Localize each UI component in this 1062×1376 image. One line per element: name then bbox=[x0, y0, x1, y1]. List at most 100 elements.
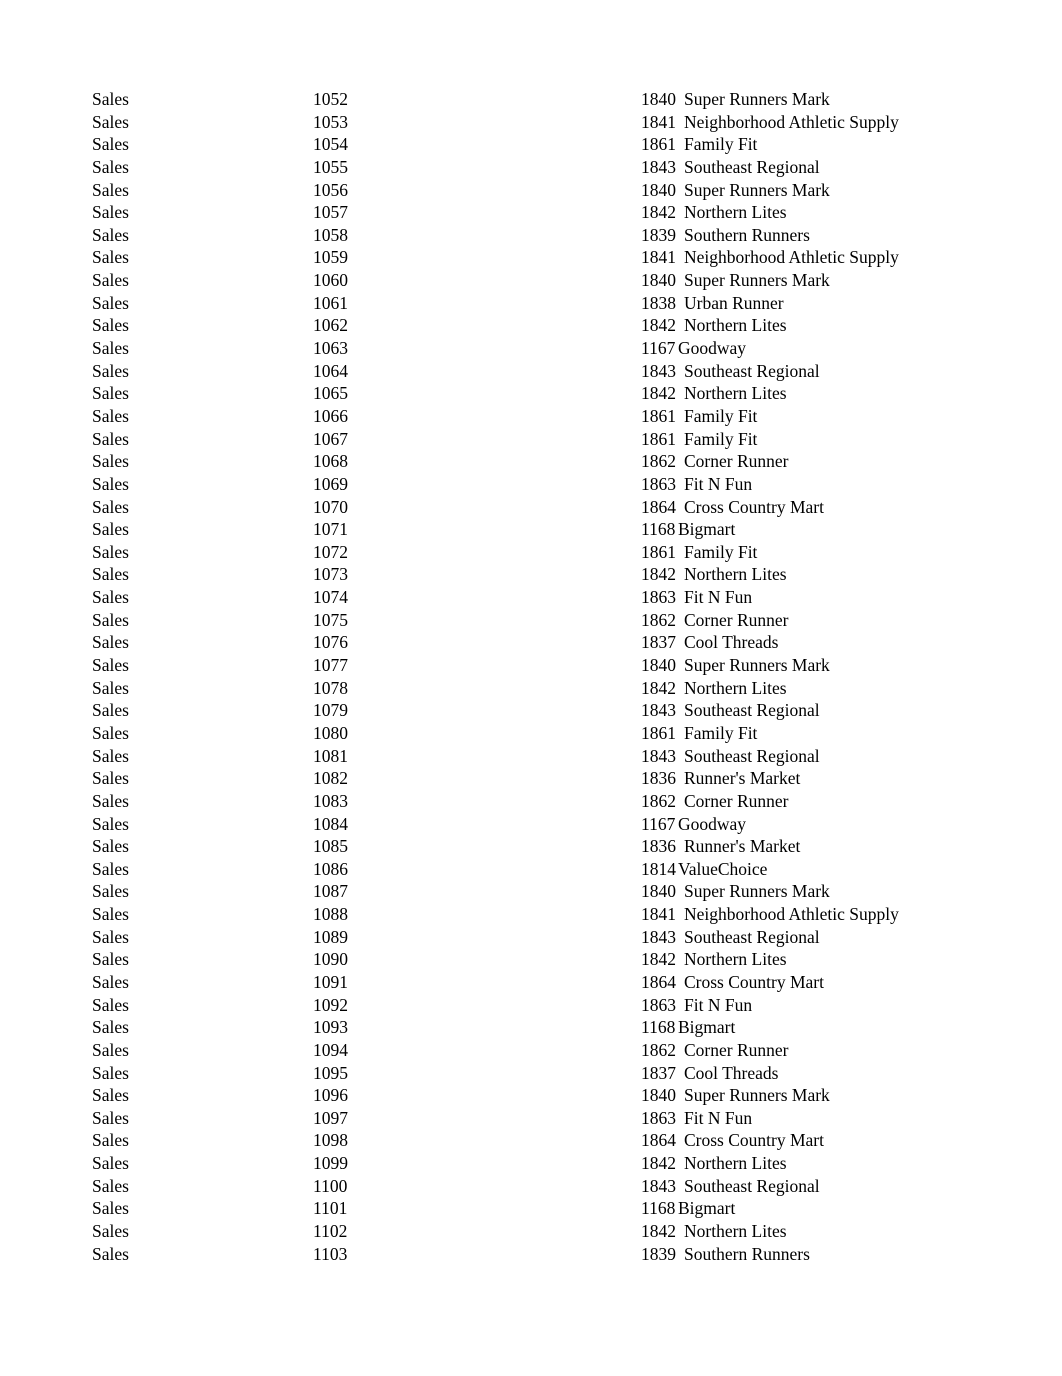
cell-customer-name: Super Runners Mark bbox=[684, 881, 830, 902]
table-row: Sales 1094 1862 Corner Runner bbox=[0, 1039, 1062, 1062]
cell-customer-id: 1167 bbox=[641, 813, 676, 834]
cell-customer-name: Fit N Fun bbox=[684, 1107, 753, 1128]
cell-department: Sales bbox=[92, 1198, 129, 1219]
table-row: Sales 1057 1842 Northern Lites bbox=[0, 201, 1062, 224]
cell-customer-name: Cross Country Mart bbox=[684, 971, 824, 992]
cell-order-id: 1081 bbox=[313, 745, 348, 766]
table-row: Sales 1084 1167 Goodway bbox=[0, 813, 1062, 836]
cell-order-id: 1079 bbox=[313, 700, 348, 721]
cell-customer-id: 1843 bbox=[641, 156, 676, 177]
cell-order-id: 1096 bbox=[313, 1085, 348, 1106]
cell-department: Sales bbox=[92, 270, 129, 291]
cell-order-id: 1086 bbox=[313, 858, 348, 879]
table-row: Sales 1095 1837 Cool Threads bbox=[0, 1062, 1062, 1085]
cell-customer-id: 1842 bbox=[641, 315, 676, 336]
table-row: Sales 1075 1862 Corner Runner bbox=[0, 609, 1062, 632]
cell-customer-name: Bigmart bbox=[678, 1017, 736, 1038]
cell-order-id: 1069 bbox=[313, 473, 348, 494]
cell-department: Sales bbox=[92, 156, 129, 177]
cell-department: Sales bbox=[92, 202, 129, 223]
cell-customer-id: 1842 bbox=[641, 383, 676, 404]
table-row: Sales 1099 1842 Northern Lites bbox=[0, 1152, 1062, 1175]
cell-order-id: 1073 bbox=[313, 564, 348, 585]
cell-customer-id: 1861 bbox=[641, 428, 676, 449]
cell-customer-id: 1843 bbox=[641, 926, 676, 947]
table-row: Sales 1073 1842 Northern Lites bbox=[0, 563, 1062, 586]
cell-customer-name: Southeast Regional bbox=[684, 360, 820, 381]
cell-order-id: 1087 bbox=[313, 881, 348, 902]
cell-customer-id: 1836 bbox=[641, 836, 676, 857]
cell-customer-id: 1841 bbox=[641, 247, 676, 268]
table-row: Sales 1096 1840 Super Runners Mark bbox=[0, 1084, 1062, 1107]
cell-department: Sales bbox=[92, 768, 129, 789]
cell-department: Sales bbox=[92, 677, 129, 698]
cell-customer-id: 1862 bbox=[641, 451, 676, 472]
cell-customer-name: Super Runners Mark bbox=[684, 1085, 830, 1106]
cell-order-id: 1101 bbox=[313, 1198, 348, 1219]
cell-department: Sales bbox=[92, 790, 129, 811]
cell-customer-id: 1864 bbox=[641, 971, 676, 992]
cell-customer-name: Goodway bbox=[678, 813, 747, 834]
cell-department: Sales bbox=[92, 813, 129, 834]
cell-customer-id: 1864 bbox=[641, 496, 676, 517]
cell-department: Sales bbox=[92, 541, 129, 562]
cell-customer-id: 1837 bbox=[641, 632, 676, 653]
table-row: Sales 1090 1842 Northern Lites bbox=[0, 948, 1062, 971]
cell-customer-id: 1836 bbox=[641, 768, 676, 789]
table-row: Sales 1059 1841 Neighborhood Athletic Suppl… bbox=[0, 246, 1062, 269]
cell-customer-name: Corner Runner bbox=[684, 451, 789, 472]
cell-customer-id: 1842 bbox=[641, 564, 676, 585]
cell-order-id: 1099 bbox=[313, 1153, 348, 1174]
cell-customer-name: Runner's Market bbox=[684, 836, 801, 857]
table-row: Sales 1089 1843 Southeast Regional bbox=[0, 926, 1062, 949]
cell-department: Sales bbox=[92, 700, 129, 721]
cell-customer-name: Neighborhood Athletic Supply bbox=[684, 111, 899, 132]
table-row: Sales 1103 1839 Southern Runners bbox=[0, 1243, 1062, 1266]
cell-customer-name: Fit N Fun bbox=[684, 473, 753, 494]
cell-order-id: 1089 bbox=[313, 926, 348, 947]
cell-customer-id: 1838 bbox=[641, 292, 676, 313]
table-row: Sales 1085 1836 Runner's Market bbox=[0, 835, 1062, 858]
table-row: Sales 1070 1864 Cross Country Mart bbox=[0, 496, 1062, 519]
cell-order-id: 1063 bbox=[313, 338, 348, 359]
cell-customer-name: Southeast Regional bbox=[684, 1175, 820, 1196]
cell-department: Sales bbox=[92, 1153, 129, 1174]
cell-customer-id: 1840 bbox=[641, 655, 676, 676]
table-row: Sales 1102 1842 Northern Lites bbox=[0, 1220, 1062, 1243]
table-row: Sales 1100 1843 Southeast Regional bbox=[0, 1175, 1062, 1198]
cell-order-id: 1102 bbox=[313, 1221, 348, 1242]
cell-customer-id: 1839 bbox=[641, 224, 676, 245]
cell-department: Sales bbox=[92, 904, 129, 925]
table-row: Sales 1055 1843 Southeast Regional bbox=[0, 156, 1062, 179]
cell-customer-name: ValueChoice bbox=[678, 858, 768, 879]
cell-customer-id: 1861 bbox=[641, 722, 676, 743]
cell-order-id: 1076 bbox=[313, 632, 348, 653]
cell-customer-id: 1814 bbox=[641, 858, 676, 879]
table-row: Sales 1088 1841 Neighborhood Athletic Suppl… bbox=[0, 903, 1062, 926]
cell-customer-id: 1842 bbox=[641, 677, 676, 698]
cell-customer-id: 1863 bbox=[641, 473, 676, 494]
table-row: Sales 1078 1842 Northern Lites bbox=[0, 677, 1062, 700]
cell-order-id: 1052 bbox=[313, 89, 348, 109]
cell-department: Sales bbox=[92, 1017, 129, 1038]
cell-customer-id: 1861 bbox=[641, 405, 676, 426]
table-row: Sales 1082 1836 Runner's Market bbox=[0, 767, 1062, 790]
cell-department: Sales bbox=[92, 1175, 129, 1196]
cell-order-id: 1064 bbox=[313, 360, 348, 381]
cell-customer-id: 1843 bbox=[641, 360, 676, 381]
cell-department: Sales bbox=[92, 224, 129, 245]
cell-customer-id: 1168 bbox=[641, 1017, 676, 1038]
cell-department: Sales bbox=[92, 994, 129, 1015]
cell-order-id: 1071 bbox=[313, 519, 348, 540]
cell-department: Sales bbox=[92, 338, 129, 359]
cell-order-id: 1061 bbox=[313, 292, 348, 313]
cell-order-id: 1072 bbox=[313, 541, 348, 562]
cell-customer-name: Southern Runners bbox=[684, 224, 810, 245]
cell-customer-name: Southeast Regional bbox=[684, 700, 820, 721]
cell-department: Sales bbox=[92, 1243, 129, 1264]
cell-customer-name: Cross Country Mart bbox=[684, 496, 824, 517]
table-row: Sales 1079 1843 Southeast Regional bbox=[0, 699, 1062, 722]
cell-customer-id: 1840 bbox=[641, 179, 676, 200]
cell-customer-name: Southern Runners bbox=[684, 1243, 810, 1264]
cell-order-id: 1082 bbox=[313, 768, 348, 789]
